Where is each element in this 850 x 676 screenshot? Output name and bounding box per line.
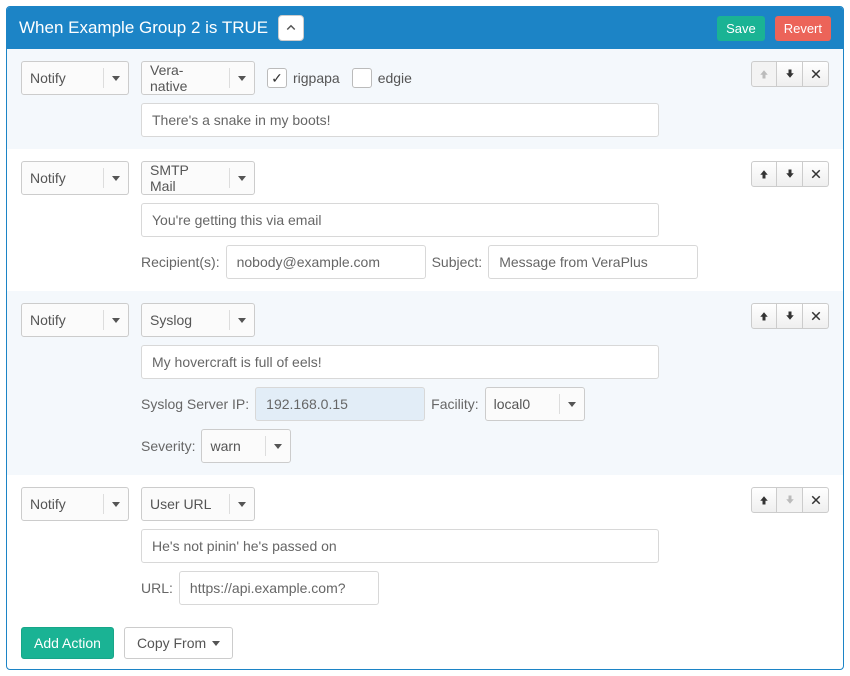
action-type-select[interactable]: Notify: [21, 303, 129, 337]
chevron-down-icon: [274, 444, 282, 449]
delete-button[interactable]: [803, 161, 829, 187]
copy-from-label: Copy From: [137, 635, 206, 651]
arrow-up-icon: [758, 310, 770, 322]
action-type-value: Notify: [30, 70, 66, 86]
action-type-value: Notify: [30, 496, 66, 512]
method-value: SMTP Mail: [150, 162, 215, 194]
arrow-up-icon: [758, 494, 770, 506]
severity-label: Severity:: [141, 438, 195, 454]
collapse-button[interactable]: [278, 15, 304, 41]
save-button[interactable]: Save: [717, 16, 765, 41]
chevron-down-icon: [112, 318, 120, 323]
row-controls: [751, 61, 829, 87]
arrow-down-icon: [784, 68, 796, 80]
checkbox-label: edgie: [378, 70, 412, 86]
move-up-button[interactable]: [751, 303, 777, 329]
row-controls: [751, 487, 829, 513]
action-row: Notify User URL URL:: [7, 475, 843, 617]
message-input[interactable]: [141, 529, 659, 563]
method-select[interactable]: Syslog: [141, 303, 255, 337]
url-label: URL:: [141, 580, 173, 596]
chevron-down-icon: [112, 176, 120, 181]
action-type-value: Notify: [30, 312, 66, 328]
move-down-button[interactable]: [777, 61, 803, 87]
method-value: User URL: [150, 496, 211, 512]
message-input[interactable]: [141, 103, 659, 137]
arrow-down-icon: [784, 494, 796, 506]
severity-value: warn: [210, 438, 240, 454]
move-down-button[interactable]: [777, 303, 803, 329]
action-type-value: Notify: [30, 170, 66, 186]
move-up-button[interactable]: [751, 161, 777, 187]
arrow-up-icon: [758, 168, 770, 180]
facility-label: Facility:: [431, 396, 478, 412]
arrow-down-icon: [784, 168, 796, 180]
method-select[interactable]: Vera-native: [141, 61, 255, 95]
user-checkbox-edgie[interactable]: edgie: [352, 68, 412, 88]
close-icon: [810, 168, 822, 180]
close-icon: [810, 68, 822, 80]
move-down-button: [777, 487, 803, 513]
action-row: Notify SMTP Mail Recipient(s): Subject:: [7, 149, 843, 291]
delete-button[interactable]: [803, 487, 829, 513]
syslog-ip-label: Syslog Server IP:: [141, 396, 249, 412]
url-input[interactable]: [179, 571, 379, 605]
method-value: Syslog: [150, 312, 192, 328]
chevron-down-icon: [238, 76, 246, 81]
row-controls: [751, 303, 829, 329]
syslog-ip-input[interactable]: [255, 387, 425, 421]
move-down-button[interactable]: [777, 161, 803, 187]
panel-title: When Example Group 2 is TRUE: [19, 18, 268, 38]
chevron-down-icon: [112, 76, 120, 81]
method-value: Vera-native: [150, 62, 215, 94]
close-icon: [810, 310, 822, 322]
close-icon: [810, 494, 822, 506]
action-type-select[interactable]: Notify: [21, 61, 129, 95]
copy-from-button[interactable]: Copy From: [124, 627, 233, 659]
move-up-button[interactable]: [751, 487, 777, 513]
row-controls: [751, 161, 829, 187]
facility-select[interactable]: local0: [485, 387, 585, 421]
move-up-button: [751, 61, 777, 87]
action-row: Notify Vera-native rigpapa edgie: [7, 49, 843, 149]
checkbox-icon: [352, 68, 372, 88]
recipients-label: Recipient(s):: [141, 254, 220, 270]
action-type-select[interactable]: Notify: [21, 487, 129, 521]
arrow-up-icon: [758, 68, 770, 80]
recipients-input[interactable]: [226, 245, 426, 279]
action-type-select[interactable]: Notify: [21, 161, 129, 195]
actions-list: Notify Vera-native rigpapa edgie: [7, 49, 843, 617]
subject-input[interactable]: [488, 245, 698, 279]
method-select[interactable]: SMTP Mail: [141, 161, 255, 195]
facility-value: local0: [494, 396, 531, 412]
panel-header: When Example Group 2 is TRUE Save Revert: [7, 7, 843, 49]
panel-footer: Add Action Copy From: [7, 617, 843, 669]
user-checkbox-rigpapa[interactable]: rigpapa: [267, 68, 340, 88]
chevron-down-icon: [238, 176, 246, 181]
message-input[interactable]: [141, 345, 659, 379]
chevron-down-icon: [238, 502, 246, 507]
message-input[interactable]: [141, 203, 659, 237]
method-select[interactable]: User URL: [141, 487, 255, 521]
chevron-down-icon: [568, 402, 576, 407]
delete-button[interactable]: [803, 61, 829, 87]
chevron-down-icon: [212, 641, 220, 646]
add-action-button[interactable]: Add Action: [21, 627, 114, 659]
checkbox-icon: [267, 68, 287, 88]
action-row: Notify Syslog Syslog Server IP: Facility…: [7, 291, 843, 475]
activity-panel: When Example Group 2 is TRUE Save Revert…: [6, 6, 844, 670]
delete-button[interactable]: [803, 303, 829, 329]
chevron-up-icon: [285, 22, 297, 34]
chevron-down-icon: [238, 318, 246, 323]
revert-button[interactable]: Revert: [775, 16, 831, 41]
arrow-down-icon: [784, 310, 796, 322]
chevron-down-icon: [112, 502, 120, 507]
checkbox-label: rigpapa: [293, 70, 340, 86]
subject-label: Subject:: [432, 254, 483, 270]
severity-select[interactable]: warn: [201, 429, 291, 463]
